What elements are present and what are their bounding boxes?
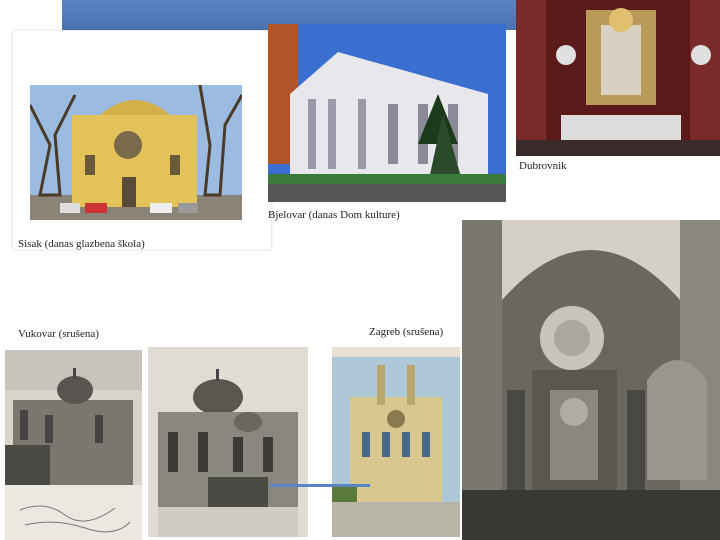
vukovar-postcard-photo-2 (148, 347, 308, 537)
zagreb-postcard-photo (332, 347, 460, 537)
sisak-synagogue-photo (30, 85, 242, 220)
dubrovnik-synagogue-photo (516, 0, 720, 156)
vukovar-postcard-photo-1 (5, 350, 142, 540)
dubrovnik-caption: Dubrovnik (519, 160, 567, 172)
bottom-accent-stripe (270, 484, 370, 487)
zagreb-caption: Zagreb (srušena) (369, 326, 444, 338)
bjelovar-synagogue-photo (268, 24, 506, 202)
zagreb-interior-photo (462, 220, 720, 540)
bjelovar-caption: Bjelovar (danas Dom kulture) (268, 209, 400, 221)
vukovar-caption: Vukovar (srušena) (18, 328, 99, 340)
sisak-caption: Sisak (danas glazbena škola) (18, 238, 145, 250)
